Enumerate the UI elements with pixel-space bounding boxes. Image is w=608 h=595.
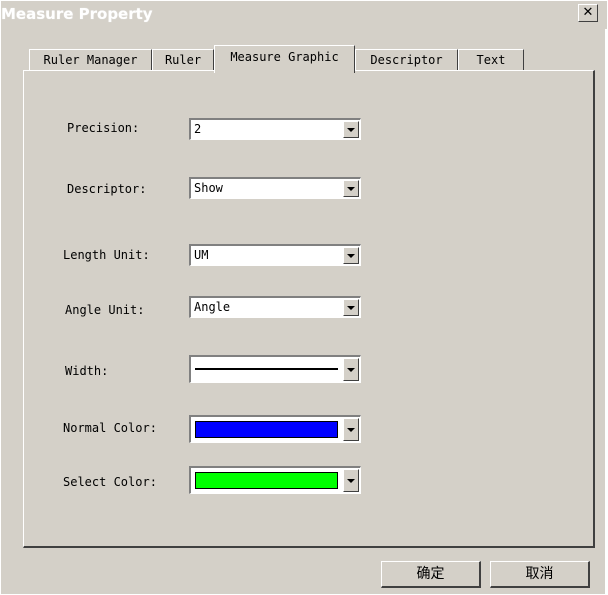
tab-descriptor[interactable]: Descriptor	[355, 49, 458, 71]
chevron-down-icon[interactable]	[343, 180, 359, 197]
tab-ruler-manager[interactable]: Ruler Manager	[29, 49, 152, 71]
chevron-down-icon[interactable]	[343, 358, 359, 381]
length-unit-select[interactable]: UM	[189, 244, 361, 266]
select-color-label: Select Color:	[63, 475, 157, 489]
select-color-swatch	[195, 472, 338, 489]
chevron-down-icon[interactable]	[343, 469, 359, 492]
descriptor-select[interactable]: Show	[189, 177, 361, 199]
tab-ruler[interactable]: Ruler	[152, 49, 214, 71]
angle-unit-label: Angle Unit:	[65, 303, 145, 317]
cancel-button[interactable]: 取消	[490, 561, 590, 588]
length-unit-value: UM	[194, 248, 209, 262]
close-button[interactable]: ✕	[578, 4, 598, 22]
chevron-down-icon[interactable]	[343, 418, 359, 441]
tab-text[interactable]: Text	[458, 49, 524, 71]
ok-button[interactable]: 确定	[381, 561, 481, 588]
descriptor-label: Descriptor:	[67, 182, 147, 196]
normal-color-swatch	[195, 421, 338, 438]
width-select[interactable]	[189, 355, 361, 383]
line-width-sample	[195, 368, 338, 370]
select-color-select[interactable]	[189, 466, 361, 494]
window-title: Measure Property	[1, 5, 153, 23]
length-unit-label: Length Unit:	[63, 248, 150, 262]
title-bar: Measure Property ✕	[1, 1, 607, 29]
precision-select[interactable]: 2	[189, 118, 361, 140]
close-icon: ✕	[582, 5, 594, 20]
angle-unit-value: Angle	[194, 300, 231, 314]
normal-color-select[interactable]	[189, 415, 361, 443]
angle-unit-select[interactable]: Angle	[189, 296, 361, 318]
descriptor-value: Show	[194, 181, 223, 195]
precision-label: Precision:	[67, 121, 140, 135]
measure-property-dialog: Measure Property ✕ Ruler Manager Ruler M…	[0, 0, 607, 595]
chevron-down-icon[interactable]	[343, 247, 359, 264]
precision-value: 2	[194, 122, 202, 136]
chevron-down-icon[interactable]	[343, 121, 359, 138]
width-label: Width:	[65, 364, 109, 378]
chevron-down-icon[interactable]	[343, 299, 359, 316]
normal-color-label: Normal Color:	[63, 421, 157, 435]
tab-measure-graphic[interactable]: Measure Graphic	[214, 45, 355, 73]
